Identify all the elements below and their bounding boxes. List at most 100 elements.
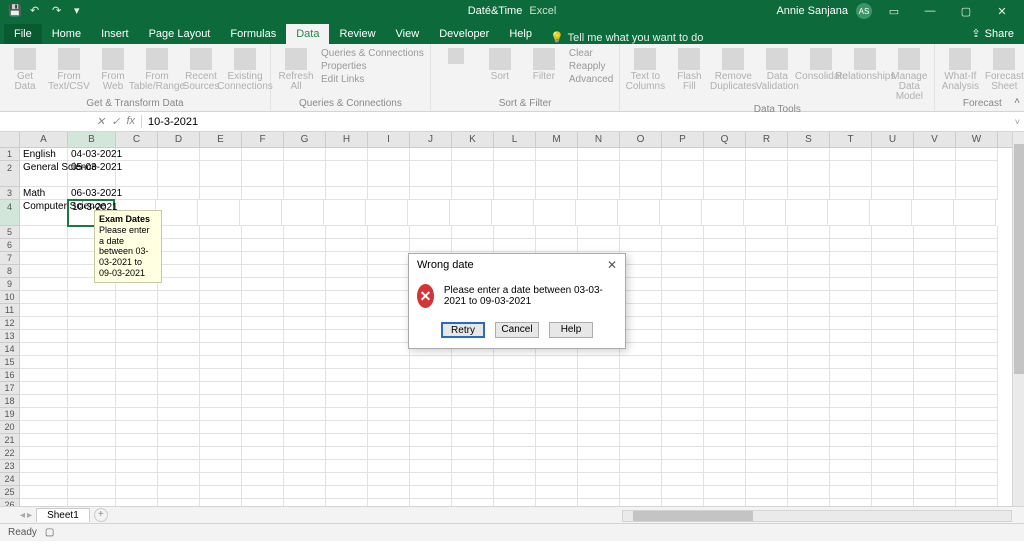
cell-K4[interactable]: [450, 200, 492, 226]
cell-R24[interactable]: [746, 473, 788, 486]
cell-G13[interactable]: [284, 330, 326, 343]
row-header-22[interactable]: 22: [0, 447, 20, 460]
tell-me-search[interactable]: 💡 Tell me what you want to do: [550, 31, 703, 44]
cell-G9[interactable]: [284, 278, 326, 291]
row-header-4[interactable]: 4: [0, 200, 20, 226]
cell-R8[interactable]: [746, 265, 788, 278]
row-header-16[interactable]: 16: [0, 369, 20, 382]
cell-J3[interactable]: [410, 187, 452, 200]
sort-az-button[interactable]: [437, 48, 475, 64]
cell-U5[interactable]: [872, 226, 914, 239]
formula-input[interactable]: 10-3-2021: [142, 116, 1024, 128]
sheet-tab-active[interactable]: Sheet1: [36, 508, 90, 522]
cell-M24[interactable]: [536, 473, 578, 486]
cell-H12[interactable]: [326, 317, 368, 330]
cell-B2[interactable]: 05-03-2021: [68, 161, 116, 187]
cell-S23[interactable]: [788, 460, 830, 473]
cell-B25[interactable]: [68, 486, 116, 499]
ribbon-options-icon[interactable]: ▭: [880, 5, 908, 18]
column-header-E[interactable]: E: [200, 132, 242, 147]
cell-I19[interactable]: [368, 408, 410, 421]
cell-J6[interactable]: [410, 239, 452, 252]
cell-O13[interactable]: [620, 330, 662, 343]
cell-H14[interactable]: [326, 343, 368, 356]
cell-O16[interactable]: [620, 369, 662, 382]
cell-G25[interactable]: [284, 486, 326, 499]
cell-Q13[interactable]: [704, 330, 746, 343]
cell-A11[interactable]: [20, 304, 68, 317]
cell-U6[interactable]: [872, 239, 914, 252]
cell-S10[interactable]: [788, 291, 830, 304]
cell-U21[interactable]: [872, 434, 914, 447]
cell-M1[interactable]: [536, 148, 578, 161]
column-header-D[interactable]: D: [158, 132, 200, 147]
cell-O4[interactable]: [618, 200, 660, 226]
cell-O8[interactable]: [620, 265, 662, 278]
cell-P10[interactable]: [662, 291, 704, 304]
cell-N2[interactable]: [578, 161, 620, 187]
cell-M2[interactable]: [536, 161, 578, 187]
cell-V15[interactable]: [914, 356, 956, 369]
cell-I21[interactable]: [368, 434, 410, 447]
column-header-A[interactable]: A: [20, 132, 68, 147]
cell-T13[interactable]: [830, 330, 872, 343]
cell-E5[interactable]: [200, 226, 242, 239]
vertical-scrollbar-thumb[interactable]: [1014, 144, 1024, 374]
cell-U23[interactable]: [872, 460, 914, 473]
cell-T14[interactable]: [830, 343, 872, 356]
row-header-17[interactable]: 17: [0, 382, 20, 395]
cell-E21[interactable]: [200, 434, 242, 447]
cancel-entry-icon[interactable]: ✕: [96, 115, 105, 128]
row-header-14[interactable]: 14: [0, 343, 20, 356]
cell-U7[interactable]: [872, 252, 914, 265]
cell-V14[interactable]: [914, 343, 956, 356]
cell-K17[interactable]: [452, 382, 494, 395]
cell-S21[interactable]: [788, 434, 830, 447]
cell-S3[interactable]: [788, 187, 830, 200]
cell-V7[interactable]: [914, 252, 956, 265]
cell-R15[interactable]: [746, 356, 788, 369]
save-icon[interactable]: 💾: [8, 4, 22, 18]
cell-E3[interactable]: [200, 187, 242, 200]
column-header-R[interactable]: R: [746, 132, 788, 147]
cell-J25[interactable]: [410, 486, 452, 499]
dialog-close-icon[interactable]: ✕: [607, 258, 617, 272]
cell-T22[interactable]: [830, 447, 872, 460]
cell-M21[interactable]: [536, 434, 578, 447]
cell-D15[interactable]: [158, 356, 200, 369]
cell-E25[interactable]: [200, 486, 242, 499]
cell-T18[interactable]: [830, 395, 872, 408]
cell-R9[interactable]: [746, 278, 788, 291]
cell-O15[interactable]: [620, 356, 662, 369]
cell-V16[interactable]: [914, 369, 956, 382]
column-header-L[interactable]: L: [494, 132, 536, 147]
cell-U15[interactable]: [872, 356, 914, 369]
vertical-scrollbar[interactable]: [1012, 132, 1024, 506]
cell-E11[interactable]: [200, 304, 242, 317]
cell-H15[interactable]: [326, 356, 368, 369]
avatar[interactable]: AS: [856, 3, 872, 19]
cell-N26[interactable]: [578, 499, 620, 506]
close-icon[interactable]: ✕: [988, 5, 1016, 18]
cell-Q23[interactable]: [704, 460, 746, 473]
cell-S2[interactable]: [788, 161, 830, 187]
cell-K3[interactable]: [452, 187, 494, 200]
tab-page-layout[interactable]: Page Layout: [139, 24, 221, 44]
cell-H4[interactable]: [324, 200, 366, 226]
cell-V20[interactable]: [914, 421, 956, 434]
cell-C17[interactable]: [116, 382, 158, 395]
cell-D26[interactable]: [158, 499, 200, 506]
cell-P24[interactable]: [662, 473, 704, 486]
cell-V2[interactable]: [914, 161, 956, 187]
cell-M26[interactable]: [536, 499, 578, 506]
cell-E4[interactable]: [198, 200, 240, 226]
cell-P18[interactable]: [662, 395, 704, 408]
cell-J21[interactable]: [410, 434, 452, 447]
cell-V5[interactable]: [914, 226, 956, 239]
cell-U18[interactable]: [872, 395, 914, 408]
cell-Q26[interactable]: [704, 499, 746, 506]
cell-I4[interactable]: [366, 200, 408, 226]
cell-S24[interactable]: [788, 473, 830, 486]
cell-P8[interactable]: [662, 265, 704, 278]
cell-C25[interactable]: [116, 486, 158, 499]
